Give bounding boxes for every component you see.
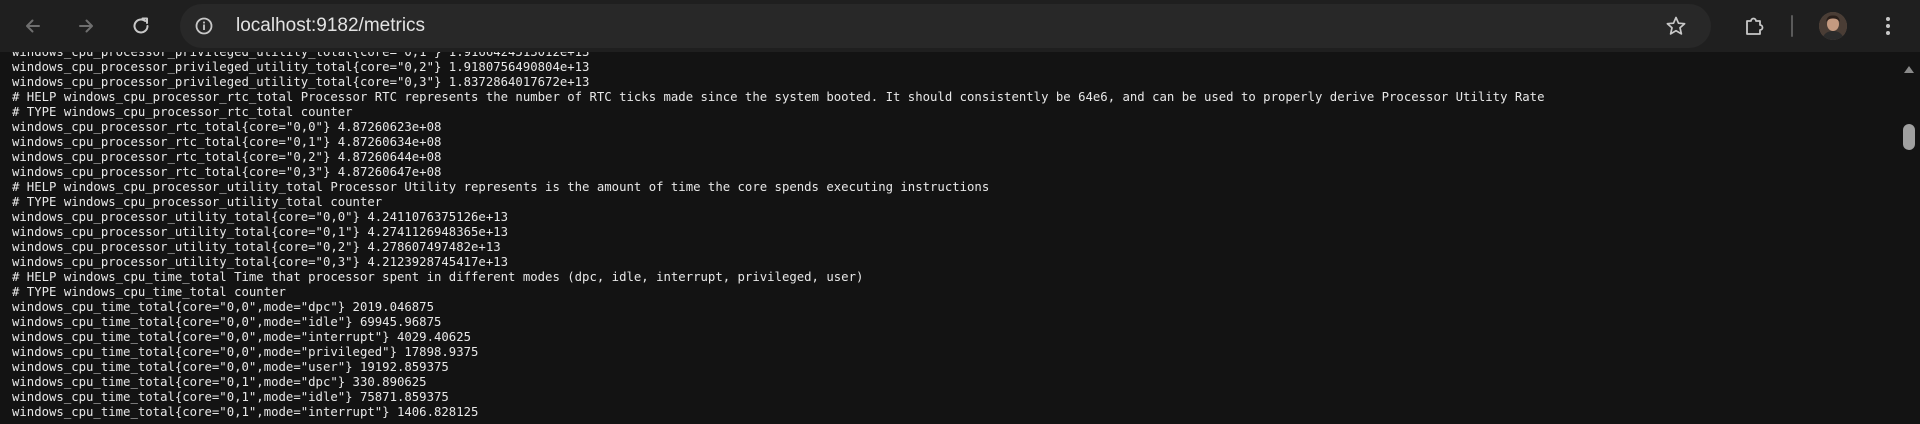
metric-line: windows_cpu_processor_rtc_total{core="0,… (12, 120, 442, 134)
reload-icon (133, 17, 149, 34)
metric-line: windows_cpu_time_total{core="0,1",mode="… (12, 405, 479, 419)
reload-button[interactable] (125, 10, 157, 42)
metric-line: windows_cpu_time_total{core="0,0",mode="… (12, 345, 479, 359)
metric-line: # TYPE windows_cpu_time_total counter (12, 285, 286, 299)
metric-line: windows_cpu_time_total{core="0,0",mode="… (12, 300, 434, 314)
url-text[interactable]: localhost:9182/metrics (236, 4, 425, 48)
arrow-left-icon (26, 19, 40, 33)
metric-line: windows_cpu_processor_privileged_utility… (12, 75, 590, 89)
address-bar[interactable]: localhost:9182/metrics (180, 4, 1711, 48)
info-icon (195, 17, 213, 35)
toolbar-separator (1791, 15, 1793, 37)
metric-line: windows_cpu_processor_rtc_total{core="0,… (12, 135, 442, 149)
back-button[interactable] (17, 10, 49, 42)
browser-toolbar: localhost:9182/metrics (0, 0, 1920, 52)
metric-line: windows_cpu_processor_rtc_total{core="0,… (12, 165, 442, 179)
metric-line: windows_cpu_time_total{core="0,0",mode="… (12, 360, 449, 374)
metric-line: windows_cpu_processor_privileged_utility… (12, 60, 590, 74)
metric-line: windows_cpu_processor_rtc_total{core="0,… (12, 150, 442, 164)
metric-line: # TYPE windows_cpu_processor_utility_tot… (12, 195, 383, 209)
metric-line: # HELP windows_cpu_time_total Time that … (12, 270, 864, 284)
extensions-button[interactable] (1738, 10, 1770, 42)
metric-line: windows_cpu_processor_utility_total{core… (12, 225, 509, 239)
metrics-text: windows_cpu_processor_privileged_utility… (12, 52, 1545, 420)
metric-line: windows_cpu_time_total{core="0,0",mode="… (12, 330, 472, 344)
metric-line: windows_cpu_time_total{core="0,0",mode="… (12, 315, 442, 329)
profile-avatar[interactable] (1819, 12, 1847, 40)
metric-line: # TYPE windows_cpu_processor_rtc_total c… (12, 105, 353, 119)
metric-line: windows_cpu_processor_utility_total{core… (12, 210, 509, 224)
puzzle-icon (1746, 17, 1764, 35)
site-info-button[interactable] (192, 14, 216, 38)
menu-button[interactable] (1872, 10, 1904, 42)
bookmark-button[interactable] (1662, 12, 1690, 40)
star-icon (1666, 16, 1686, 35)
vertical-scrollbar[interactable] (1898, 52, 1920, 424)
arrow-right-icon (79, 19, 93, 33)
scroll-thumb[interactable] (1903, 124, 1915, 150)
forward-button[interactable] (70, 10, 102, 42)
metric-line: # HELP windows_cpu_processor_rtc_total P… (12, 90, 1545, 104)
avatar-image (1819, 12, 1847, 40)
metric-line: windows_cpu_processor_utility_total{core… (12, 240, 501, 254)
metric-line: windows_cpu_processor_privileged_utility… (12, 52, 590, 59)
metric-line: windows_cpu_processor_utility_total{core… (12, 255, 509, 269)
page-content: windows_cpu_processor_privileged_utility… (0, 52, 1898, 424)
metric-line: windows_cpu_time_total{core="0,1",mode="… (12, 390, 449, 404)
kebab-menu-icon (1886, 17, 1890, 35)
metric-line: windows_cpu_time_total{core="0,1",mode="… (12, 375, 427, 389)
scroll-up-arrow-icon[interactable] (1904, 66, 1914, 73)
metric-line: # HELP windows_cpu_processor_utility_tot… (12, 180, 990, 194)
